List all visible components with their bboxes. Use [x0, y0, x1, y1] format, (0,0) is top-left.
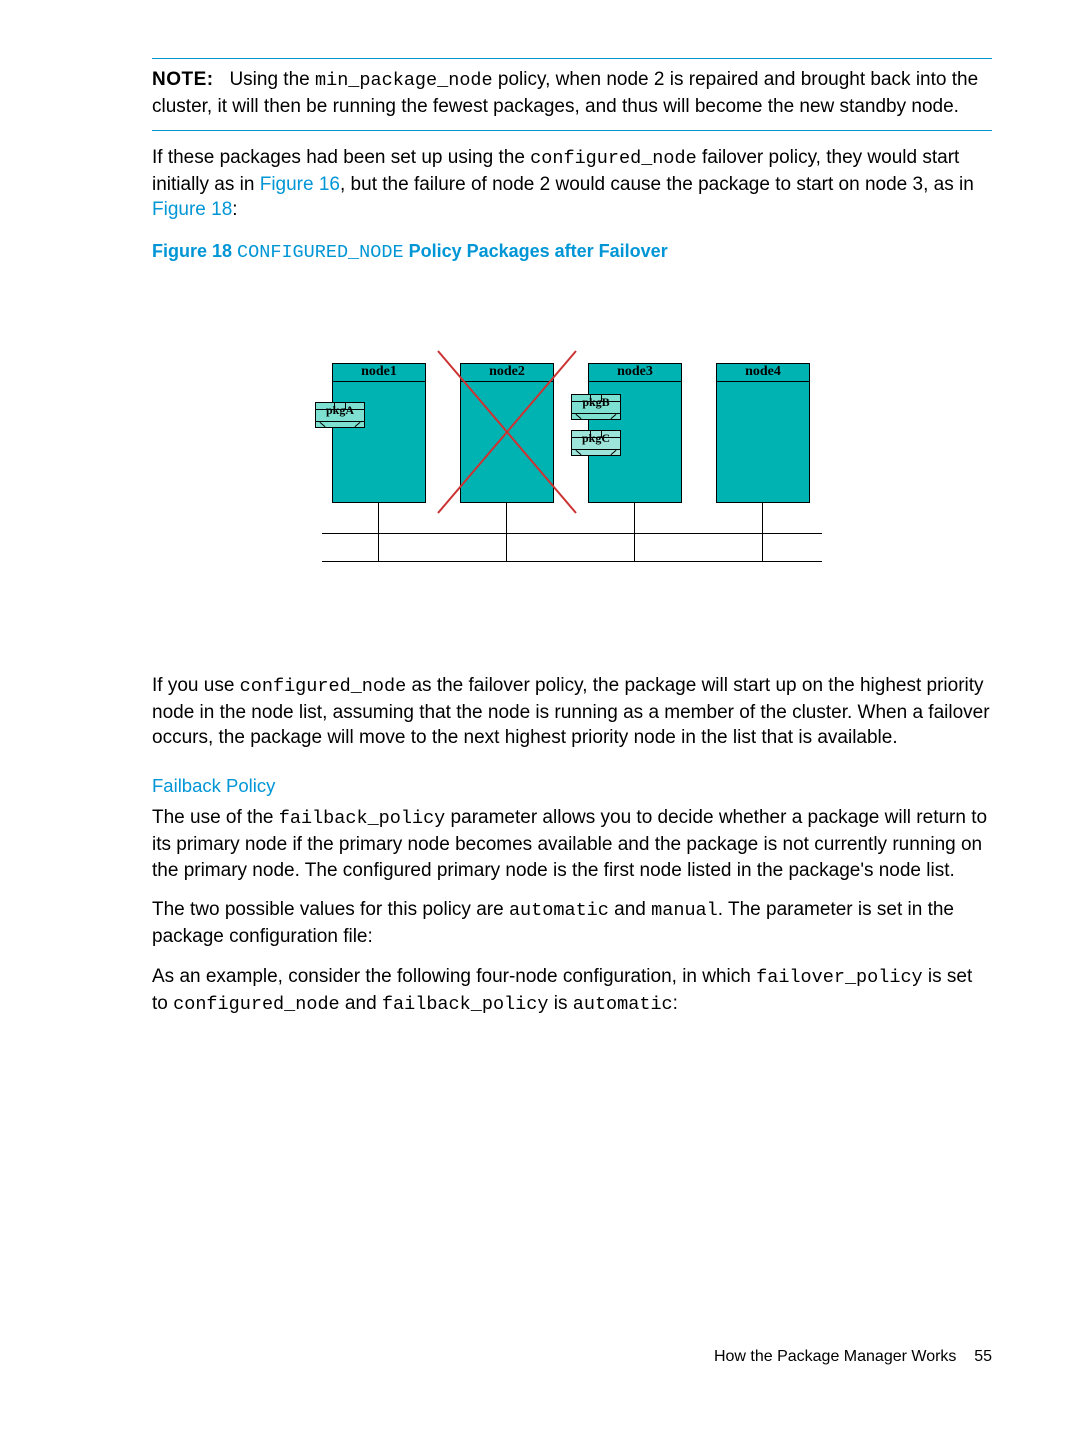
heading-failback: Failback Policy [152, 775, 992, 797]
p3-c1: failback_policy [279, 808, 446, 829]
note-text: NOTE: Using the min_package_node policy,… [152, 67, 992, 120]
p5-t3: and [340, 993, 382, 1014]
conn-4b [762, 533, 763, 561]
page: NOTE: Using the min_package_node policy,… [0, 0, 1080, 1414]
footer-title: How the Package Manager Works [714, 1348, 956, 1365]
conn-3a [634, 503, 635, 533]
note-code: min_package_node [315, 70, 493, 91]
node4-box: node4 [716, 363, 810, 503]
pkgC: pkgC [571, 430, 621, 456]
footer-page: 55 [974, 1348, 992, 1365]
conn-1b [378, 533, 379, 561]
p5-c2: configured_node [173, 994, 340, 1015]
conn-3b [634, 533, 635, 561]
p4-c1: automatic [509, 900, 609, 921]
p5-t4: is [548, 993, 572, 1014]
p5-c3: failback_policy [382, 994, 549, 1015]
bus-top [322, 533, 822, 534]
p4-t2: and [609, 899, 651, 920]
cross-icon [432, 345, 582, 519]
node1-label: node1 [333, 363, 425, 382]
conn-2b [506, 533, 507, 561]
figcap-suffix: Policy Packages after Failover [404, 241, 668, 261]
note-rule-bottom [152, 130, 992, 131]
figure-caption: Figure 18 CONFIGURED_NODE Policy Package… [152, 241, 992, 263]
para-failback-3: As an example, consider the following fo… [152, 964, 992, 1018]
figure-18: node1 pkgA node2 node3 [152, 363, 992, 563]
page-footer: How the Package Manager Works 55 [152, 1348, 992, 1366]
bus-bottom [322, 561, 822, 562]
note-t1: Using the [229, 69, 315, 90]
p5-t5: : [673, 993, 678, 1014]
conn-1a [378, 503, 379, 533]
node4-label: node4 [717, 363, 809, 382]
pkgA: pkgA [315, 402, 365, 428]
p4-c2: manual [651, 900, 718, 921]
note-rule-top [152, 58, 992, 59]
figcap-code: CONFIGURED_NODE [237, 242, 404, 263]
conn-2a [506, 503, 507, 533]
p2-c1: configured_node [240, 676, 407, 697]
p1-t1: If these packages had been set up using … [152, 147, 530, 168]
node1-box: node1 pkgA [332, 363, 426, 503]
p1-c1: configured_node [530, 148, 697, 169]
figcap-prefix: Figure 18 [152, 241, 237, 261]
para-failback-2: The two possible values for this policy … [152, 897, 992, 950]
para-intro: If these packages had been set up using … [152, 145, 992, 223]
p4-t1: The two possible values for this policy … [152, 899, 509, 920]
p5-c1: failover_policy [756, 967, 923, 988]
xref-fig16[interactable]: Figure 16 [260, 174, 340, 195]
note-label: NOTE: [152, 69, 214, 90]
p5-t1: As an example, consider the following fo… [152, 966, 756, 987]
pkgB: pkgB [571, 394, 621, 420]
p3-t1: The use of the [152, 807, 279, 828]
p5-c4: automatic [573, 994, 673, 1015]
p1-t4: : [232, 199, 237, 220]
node3-label: node3 [589, 363, 681, 382]
node3-box: node3 pkgB pkgC [588, 363, 682, 503]
p2-t1: If you use [152, 675, 240, 696]
para-configured-node: If you use configured_node as the failov… [152, 673, 992, 751]
xref-fig18[interactable]: Figure 18 [152, 199, 232, 220]
note-block: NOTE: Using the min_package_node policy,… [152, 67, 992, 120]
diagram: node1 pkgA node2 node3 [332, 363, 812, 563]
para-failback-1: The use of the failback_policy parameter… [152, 805, 992, 883]
p1-t3: , but the failure of node 2 would cause … [340, 174, 974, 195]
conn-4a [762, 503, 763, 533]
